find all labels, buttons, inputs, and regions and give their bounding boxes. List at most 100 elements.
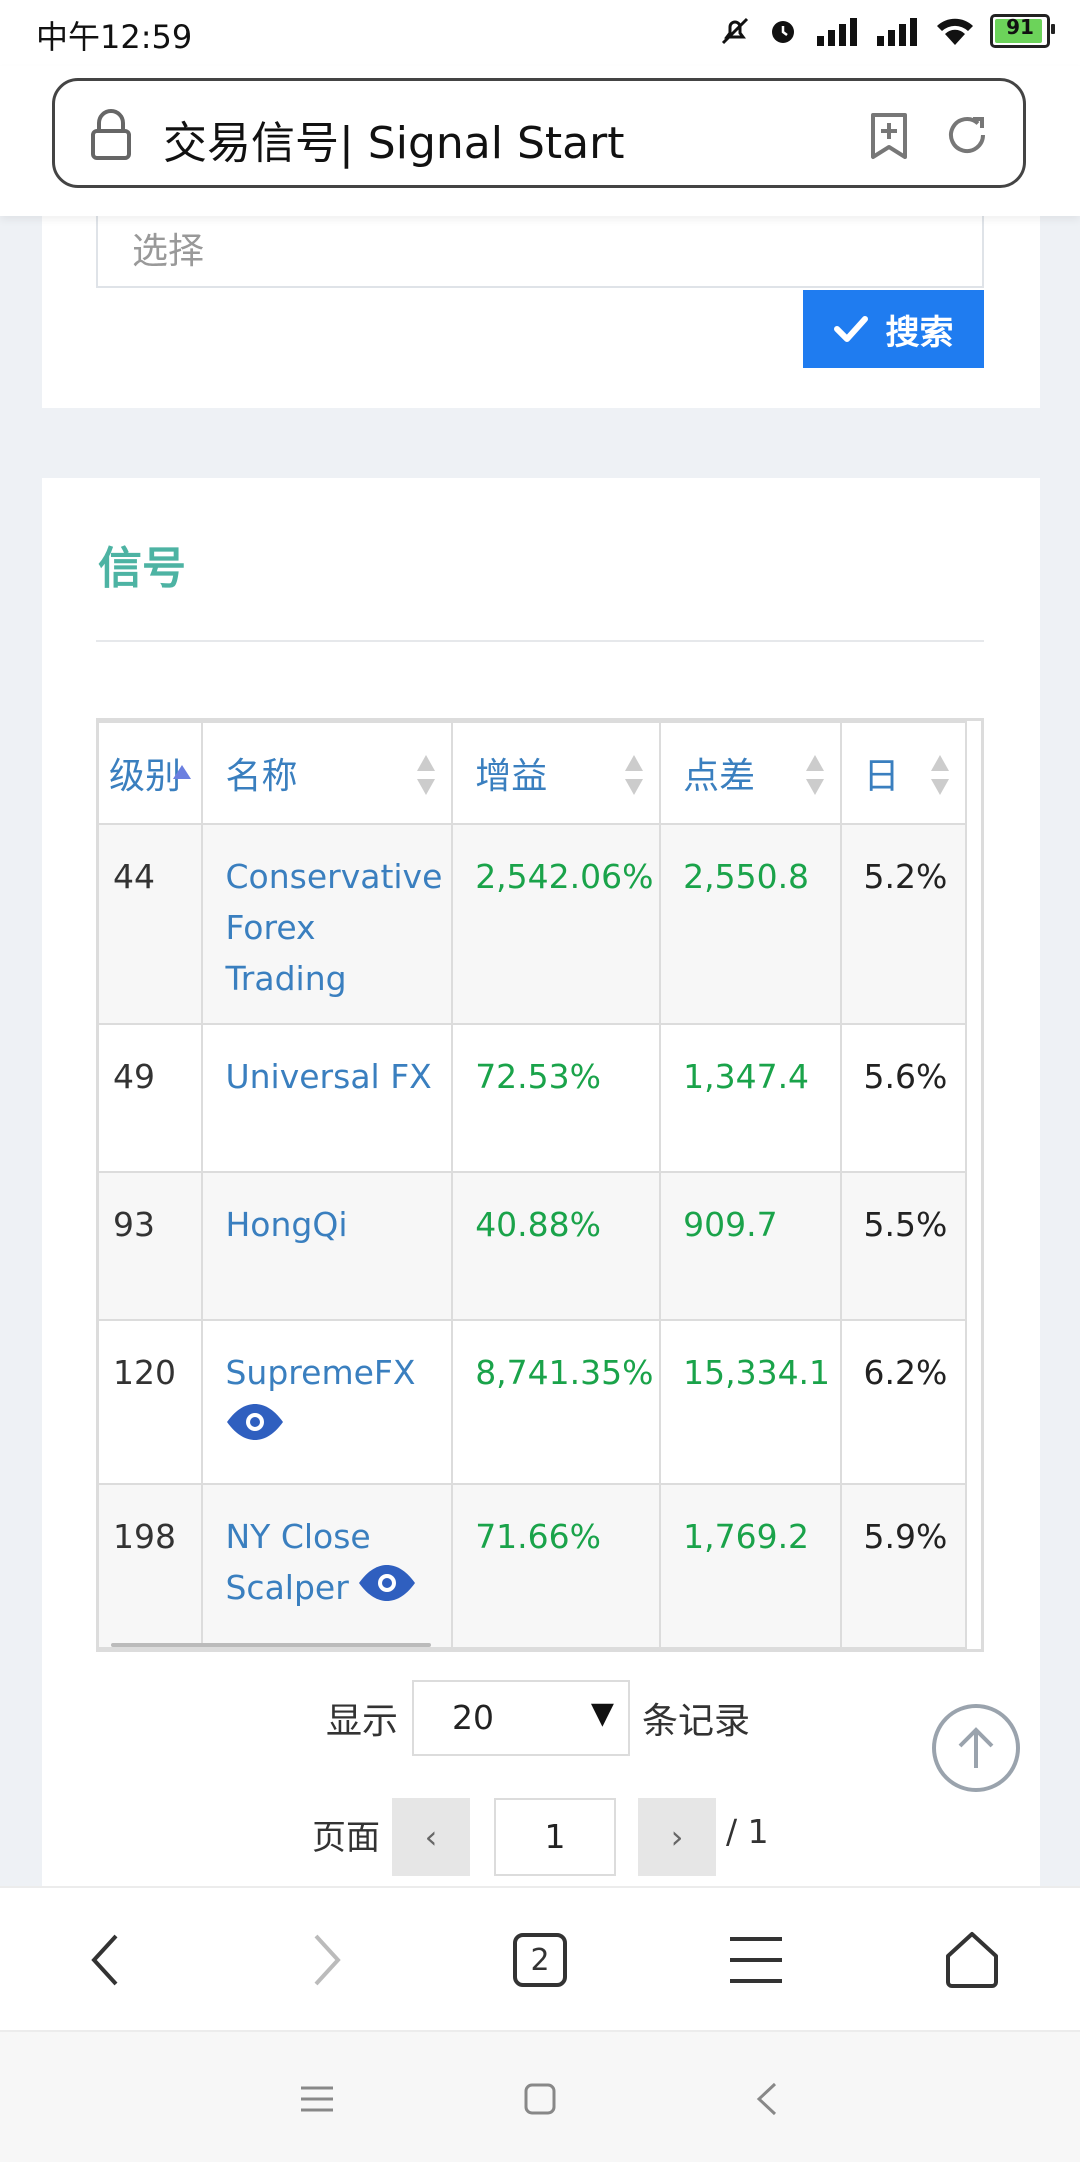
chevron-left-icon: ‹ — [424, 1818, 438, 1856]
arrow-up-icon — [958, 1727, 994, 1768]
rank-cell: 198 — [99, 1483, 204, 1649]
name-cell[interactable]: HongQi — [201, 1171, 454, 1321]
chevron-right-icon: › — [670, 1818, 684, 1856]
page-label: 页面 — [312, 1818, 380, 1858]
battery-level: 91 — [1006, 15, 1034, 39]
signal-name-line[interactable]: HongQi — [225, 1205, 347, 1244]
chevron-left-icon — [756, 2082, 777, 2116]
signal-name-line[interactable]: Trading — [225, 959, 346, 998]
back-to-top-button[interactable] — [932, 1704, 1020, 1792]
home-button[interactable] — [940, 1928, 1004, 1992]
rank-cell: 93 — [99, 1171, 204, 1321]
day-cell: 5.2% — [839, 823, 968, 1025]
signal-icon — [814, 14, 860, 48]
chevron-right-icon — [314, 1934, 341, 1986]
home-nav-button[interactable] — [515, 2074, 565, 2124]
eye-icon[interactable] — [225, 1402, 285, 1456]
mute-icon — [718, 14, 752, 48]
filter-select-placeholder: 选择 — [132, 231, 205, 272]
table-row[interactable]: 120 SupremeFX 8,741.35% 15,334.1 6.2% — [99, 1319, 968, 1485]
chevron-left-icon — [91, 1934, 118, 1986]
browser-nav-bar: 2 — [0, 1886, 1080, 2032]
sort-icon — [625, 755, 644, 795]
status-time: 中午12:59 — [36, 18, 193, 56]
pips-cell: 909.7 — [659, 1171, 842, 1321]
eye-icon[interactable] — [357, 1563, 417, 1617]
signal-name-line[interactable]: SupremeFX — [225, 1353, 415, 1392]
page-total: / 1 — [726, 1812, 769, 1851]
signals-title: 信号 — [98, 543, 186, 594]
table-row[interactable]: 93 HongQi 40.88% 909.7 5.5% — [99, 1171, 968, 1321]
page-number-input[interactable]: 1 — [494, 1798, 616, 1876]
back-button[interactable] — [74, 1928, 138, 1992]
day-cell: 5.9% — [839, 1483, 968, 1649]
forward-button[interactable] — [294, 1928, 358, 1992]
back-nav-button[interactable] — [742, 2074, 792, 2124]
rank-cell: 120 — [99, 1319, 204, 1485]
name-cell[interactable]: SupremeFX — [201, 1319, 454, 1485]
address-bar[interactable]: 交易信号| Signal Start — [52, 78, 1026, 188]
column-header-day[interactable]: 日 — [839, 721, 968, 825]
signals-table: 级别 名称 增益 点差 日 44 Conservative Forex Trad… — [99, 721, 968, 1649]
signal-name-line[interactable]: NY Close — [225, 1517, 370, 1556]
tab-count: 2 — [530, 1942, 550, 1978]
system-nav-bar — [0, 2030, 1080, 2162]
page-size-row: 显示 20 ▼ 条记录 — [42, 1680, 1040, 1760]
prev-page-button[interactable]: ‹ — [392, 1798, 470, 1876]
dropdown-arrow-icon: ▼ — [590, 1696, 614, 1731]
add-bookmark-icon[interactable] — [867, 111, 911, 165]
search-button[interactable]: 搜索 — [803, 290, 984, 368]
column-header-rank[interactable]: 级别 — [99, 721, 204, 825]
page-title: 交易信号| Signal Start — [163, 118, 625, 169]
rank-cell: 44 — [99, 823, 204, 1025]
records-label: 条记录 — [642, 1701, 751, 1742]
sort-icon — [805, 755, 824, 795]
signals-table-container[interactable]: 级别 名称 增益 点差 日 44 Conservative Forex Trad… — [96, 718, 984, 1652]
pips-cell: 15,334.1 — [659, 1319, 842, 1485]
divider — [96, 640, 984, 642]
recent-apps-button[interactable] — [292, 2074, 342, 2124]
table-row[interactable]: 198 NY Close Scalper 71.66% 1,769.2 5.9% — [99, 1483, 968, 1649]
table-row[interactable]: 44 Conservative Forex Trading 2,542.06% 2,550… — [99, 823, 968, 1025]
page-size-select[interactable]: 20 ▼ — [412, 1680, 630, 1756]
reload-icon[interactable] — [943, 111, 991, 163]
status-bar: 中午12:59 91 — [0, 0, 1080, 66]
column-header-pips[interactable]: 点差 — [659, 721, 842, 825]
day-cell: 6.2% — [839, 1319, 968, 1485]
pips-cell: 1,347.4 — [659, 1023, 842, 1173]
lock-icon — [89, 109, 133, 165]
signals-card: 信号 级别 名称 增益 点差 日 44 Conservative Forex T… — [42, 478, 1040, 1888]
rank-cell: 49 — [99, 1023, 204, 1173]
gain-cell: 40.88% — [451, 1171, 662, 1321]
name-cell[interactable]: NY Close Scalper — [201, 1483, 454, 1649]
signal-name-line[interactable]: Conservative — [225, 857, 442, 896]
gain-cell: 72.53% — [451, 1023, 662, 1173]
tabs-button[interactable]: 2 — [508, 1928, 572, 1992]
filter-card: 选择 搜索 — [42, 216, 1040, 408]
menu-icon — [730, 1937, 782, 1983]
signal-icon-2 — [874, 14, 920, 48]
pips-cell: 2,550.8 — [659, 823, 842, 1025]
battery-icon: 91 — [990, 14, 1055, 48]
signal-name-line[interactable]: Forex — [225, 908, 315, 947]
column-header-name[interactable]: 名称 — [201, 721, 454, 825]
table-row[interactable]: 49 Universal FX 72.53% 1,347.4 5.6% — [99, 1023, 968, 1173]
gain-cell: 2,542.06% — [451, 823, 662, 1025]
menu-button[interactable] — [724, 1928, 788, 1992]
signal-name-line[interactable]: Universal FX — [225, 1057, 431, 1096]
check-icon — [833, 316, 868, 342]
horizontal-scrollbar[interactable] — [111, 1643, 431, 1647]
name-cell[interactable]: Conservative Forex Trading — [201, 823, 454, 1025]
name-cell[interactable]: Universal FX — [201, 1023, 454, 1173]
column-header-gain[interactable]: 增益 — [451, 721, 662, 825]
home-icon — [946, 1932, 998, 1988]
page-size-value: 20 — [452, 1698, 494, 1737]
search-button-label: 搜索 — [885, 312, 954, 353]
next-page-button[interactable]: › — [638, 1798, 716, 1876]
menu-icon — [301, 2086, 333, 2112]
alarm-icon — [766, 14, 800, 48]
show-label: 显示 — [326, 1701, 399, 1742]
sort-icon — [931, 755, 949, 795]
signal-name-line[interactable]: Scalper — [225, 1568, 348, 1607]
filter-select[interactable]: 选择 — [96, 216, 984, 288]
